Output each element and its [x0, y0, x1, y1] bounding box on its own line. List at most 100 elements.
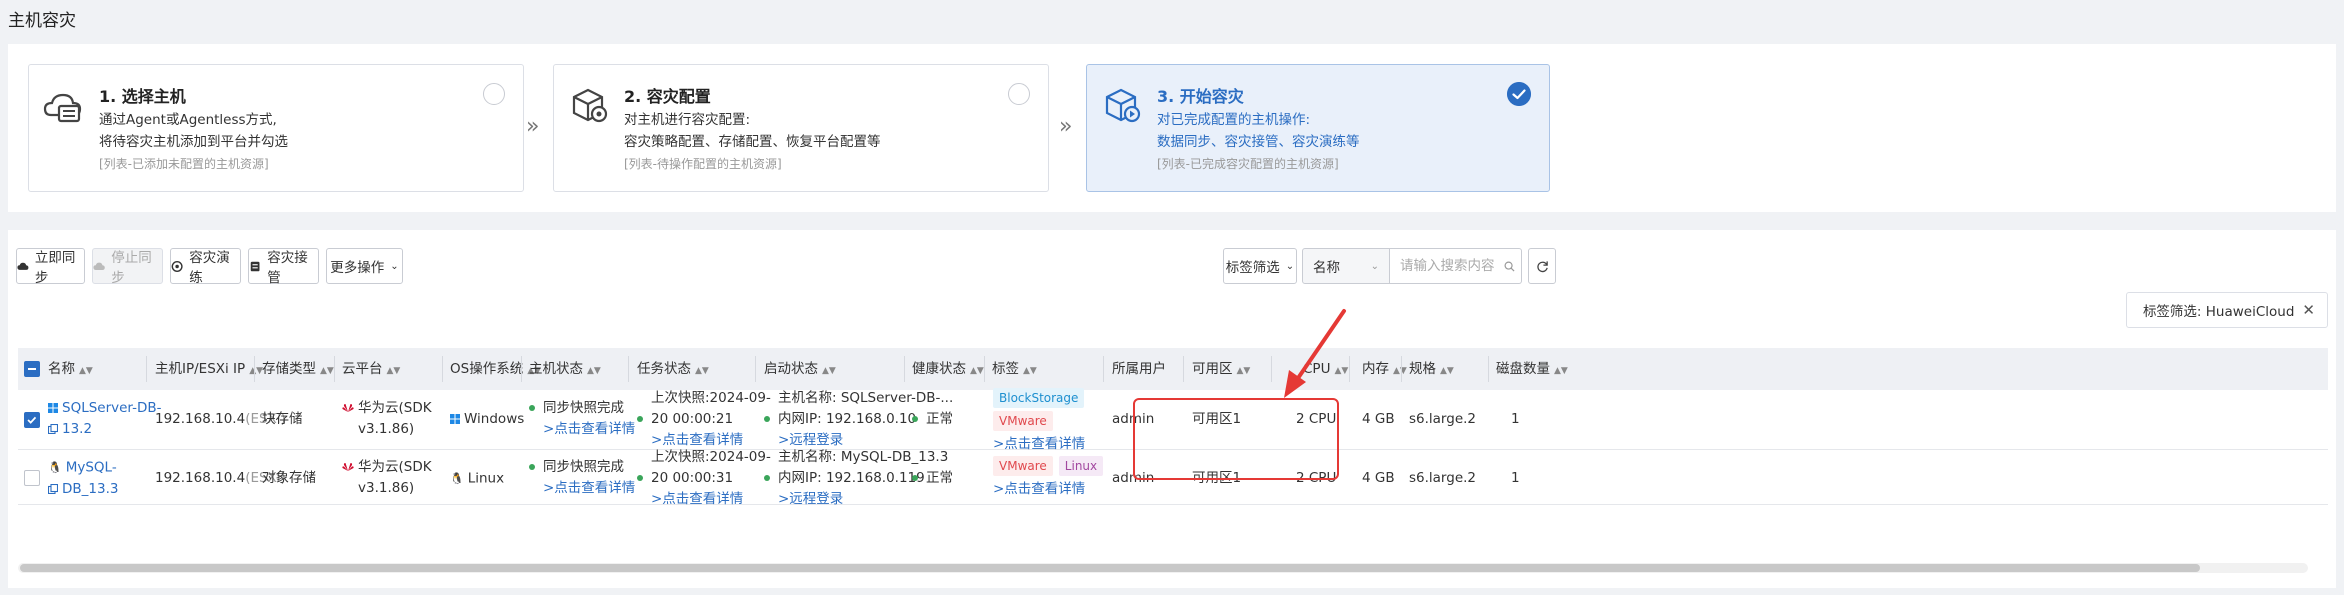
step-desc-line: 通过Agent或Agentless方式, [99, 112, 277, 128]
cloud-icon [93, 262, 105, 270]
os-cell: 🐧 Linux [450, 468, 504, 490]
copy-icon[interactable] [48, 424, 58, 434]
chevron-down-icon: ⌄ [1370, 260, 1379, 272]
header-health[interactable]: 健康状态 ▲▼ [912, 348, 984, 390]
spec-cell: s6.large.2 [1409, 470, 1477, 486]
tag-chip-label: 标签筛选: HuaweiCloud [2142, 304, 2295, 320]
cpu-cell: 2 CPU [1296, 411, 1337, 427]
header-spec[interactable]: 规格 ▲▼ [1409, 348, 1454, 390]
tag-filter-label: 标签筛选 [1225, 260, 1280, 276]
header-storage[interactable]: 存储类型 ▲▼ [262, 348, 334, 390]
header-ip[interactable]: 主机IP/ESXi IP ▲▼ [155, 348, 263, 390]
copy-icon[interactable] [48, 483, 58, 494]
row-checkbox[interactable] [24, 412, 40, 428]
step-note: [列表-已添加未配置的主机资源] [99, 157, 269, 171]
chevron-double-right-icon: » [526, 114, 540, 139]
cpu-cell: 2 CPU [1296, 470, 1337, 486]
windows-icon [450, 414, 460, 424]
sync-now-label: 立即同步 [34, 250, 76, 286]
stop-sync-label: 停止同步 [111, 250, 152, 286]
host-name-cell[interactable]: 🐧 MySQL- DB_13.3 [48, 457, 118, 500]
row-checkbox[interactable] [24, 470, 40, 486]
health-cell: 正常 [912, 409, 953, 430]
tags-detail-link[interactable]: >点击查看详情 [993, 479, 1109, 500]
os-cell: Windows [450, 409, 524, 430]
step-radio[interactable] [483, 83, 505, 105]
memory-cell: 4 GB [1362, 411, 1395, 427]
box-gear-icon [572, 88, 608, 123]
server-icon [250, 261, 260, 271]
drill-icon [171, 260, 183, 272]
dr-takeover-label: 容灾接管 [267, 250, 308, 286]
step-start-dr[interactable]: 3. 开始容灾 对已完成配置的主机操作: 数据同步、容灾接管、容灾演练等 [列表… [1086, 64, 1550, 192]
linux-icon: 🐧 [450, 472, 464, 485]
chevron-down-icon: ⌄ [390, 260, 399, 272]
header-cpu[interactable]: CPU ▲▼ [1303, 348, 1348, 390]
header-cloud[interactable]: 云平台 ▲▼ [342, 348, 400, 390]
step-description: 对主机进行容灾配置: 容灾策略配置、存储配置、恢复平台配置等 [624, 109, 881, 153]
table-row[interactable]: 🐧 MySQL- DB_13.3 192.168.10.4(ESXi) 对象存储 … [18, 449, 2328, 507]
active-tag-filter-chip[interactable]: 标签筛选: HuaweiCloud ✕ [2125, 292, 2328, 328]
step-description: 通过Agent或Agentless方式, 将待容灾主机添加到平台并勾选 [99, 109, 288, 153]
chevron-down-icon: ⌄ [1285, 260, 1295, 272]
step-desc-line: 数据同步、容灾接管、容灾演练等 [1157, 134, 1360, 150]
tag-filter-button[interactable]: 标签筛选 ⌄ [1223, 248, 1297, 284]
step-desc-line: 对主机进行容灾配置: [624, 112, 751, 128]
disks-cell: 1 [1511, 411, 1520, 427]
host-detail-link[interactable]: >点击查看详情 [529, 419, 635, 440]
tag-badge: BlockStorage [993, 388, 1085, 408]
table-row[interactable]: SQLServer-DB- 13.2 192.168.10.4(ESXi) 块存… [18, 388, 2328, 452]
host-name-cell[interactable]: SQLServer-DB- 13.2 [48, 398, 162, 440]
step-note: [列表-已完成容灾配置的主机资源] [1157, 157, 1339, 171]
header-host-status[interactable]: 主机状态 ▲▼ [529, 348, 601, 390]
tag-badge: Linux [1058, 456, 1104, 476]
search-icon[interactable] [1504, 261, 1515, 272]
refresh-button[interactable] [1528, 248, 1556, 284]
health-cell: 正常 [912, 468, 953, 489]
step-select-host[interactable]: 1. 选择主机 通过Agent或Agentless方式, 将待容灾主机添加到平台… [28, 64, 524, 192]
search-field-select[interactable]: 名称 ⌄ [1302, 248, 1390, 284]
dr-takeover-button[interactable]: 容灾接管 [248, 248, 319, 286]
header-owner: 所属用户 [1112, 361, 1166, 377]
cloud-platform-cell: 华为云(SDK v3.1.86) [342, 457, 432, 499]
search-field-value: 名称 [1313, 260, 1340, 276]
task-status-cell: 上次快照:2024-09- 20 00:00:21 >点击查看详情 [637, 388, 771, 451]
close-icon[interactable]: ✕ [2302, 301, 2315, 319]
sync-now-button[interactable]: 立即同步 [16, 248, 85, 286]
select-all-checkbox[interactable] [24, 361, 40, 377]
host-name-link[interactable]: MySQL- [66, 460, 117, 476]
step-radio[interactable] [1008, 83, 1030, 105]
cloud-host-icon [43, 93, 82, 123]
stop-sync-button[interactable]: 停止同步 [92, 248, 163, 286]
step-title: 3. 开始容灾 [1157, 87, 1244, 106]
task-detail-link[interactable]: >点击查看详情 [637, 489, 771, 510]
step-dr-config[interactable]: 2. 容灾配置 对主机进行容灾配置: 容灾策略配置、存储配置、恢复平台配置等 [… [553, 64, 1049, 192]
more-actions-button[interactable]: 更多操作 ⌄ [326, 248, 403, 284]
header-name[interactable]: 名称 ▲▼ [48, 348, 93, 390]
host-name-link[interactable]: 13.2 [62, 421, 92, 437]
owner-cell: admin [1112, 411, 1155, 427]
step-description: 对已完成配置的主机操作: 数据同步、容灾接管、容灾演练等 [1157, 109, 1360, 153]
step-desc-line: 容灾策略配置、存储配置、恢复平台配置等 [624, 134, 881, 150]
check-circle-icon[interactable] [1507, 82, 1531, 106]
host-name-link[interactable]: DB_13.3 [62, 481, 118, 497]
step-title: 1. 选择主机 [99, 87, 186, 106]
horizontal-scrollbar-thumb[interactable] [20, 564, 2200, 572]
header-os[interactable]: OS操作系统 ▲▼ [450, 348, 541, 390]
host-detail-link[interactable]: >点击查看详情 [529, 478, 635, 499]
header-zone[interactable]: 可用区 ▲▼ [1192, 348, 1250, 390]
remote-login-link[interactable]: >远程登录 [764, 489, 948, 510]
dr-drill-button[interactable]: 容灾演练 [170, 248, 241, 286]
disks-cell: 1 [1511, 470, 1520, 486]
search-input[interactable] [1390, 248, 1522, 284]
header-task-status[interactable]: 任务状态 ▲▼ [637, 348, 709, 390]
header-tags[interactable]: 标签 ▲▼ [992, 348, 1037, 390]
step-note: [列表-待操作配置的主机资源] [624, 157, 782, 171]
linux-icon: 🐧 [48, 461, 62, 474]
host-list-panel: 立即同步 停止同步 容灾演练 容灾接管 更多操作 ⌄ 标签筛选 ⌄ 名称 ⌄ 标… [8, 230, 2336, 588]
header-disks[interactable]: 磁盘数量 ▲▼ [1496, 348, 1568, 390]
huawei-logo-icon [342, 463, 354, 471]
zone-cell: 可用区1 [1192, 411, 1242, 427]
host-name-link[interactable]: SQLServer-DB- [62, 400, 162, 416]
header-boot-status[interactable]: 启动状态 ▲▼ [764, 348, 836, 390]
